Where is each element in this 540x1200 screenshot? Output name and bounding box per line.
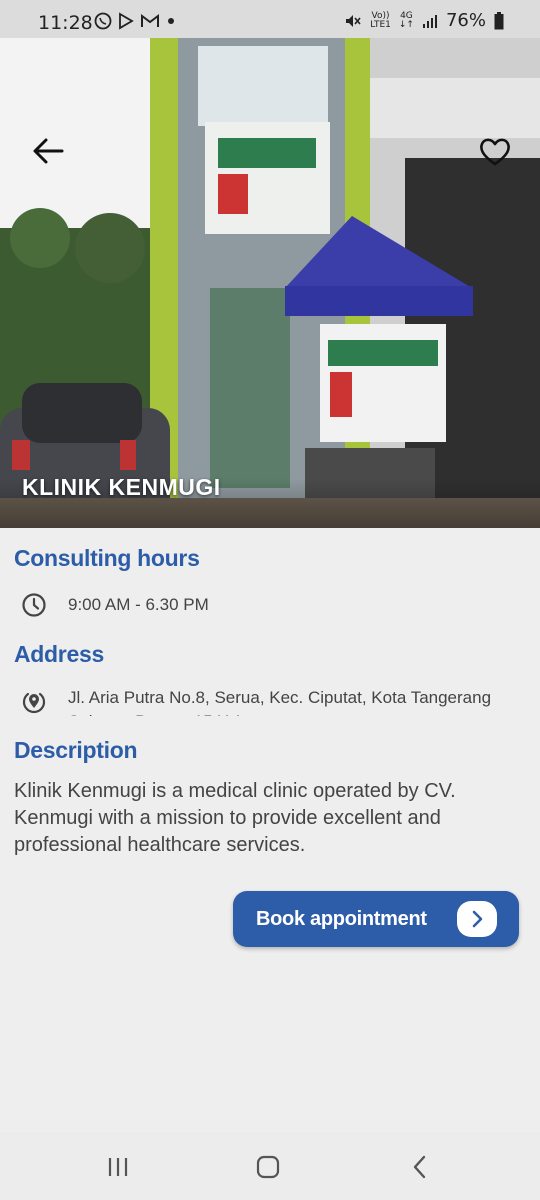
battery-icon — [494, 11, 504, 29]
network-type: 4G ↓↑ — [398, 10, 414, 30]
address-text: Jl. Aria Putra No.8, Serua, Kec. Ciputat… — [68, 688, 492, 716]
status-time: 11:28 — [38, 12, 93, 34]
notification-icons — [94, 12, 176, 30]
chevron-left-icon — [413, 1155, 426, 1179]
address-title: Address — [14, 641, 104, 667]
volte-indicator: Vo)) LTE1 — [370, 10, 391, 30]
recent-apps-button[interactable] — [98, 1152, 138, 1182]
system-back-button[interactable] — [400, 1152, 440, 1182]
signal-icon — [422, 14, 437, 28]
whatsapp-icon — [94, 12, 112, 30]
recent-apps-icon — [108, 1158, 128, 1176]
book-appointment-label: Book appointment — [256, 907, 427, 930]
description-title: Description — [14, 737, 138, 763]
dot-icon — [168, 18, 174, 24]
clinic-name: KLINIK KENMUGI — [22, 474, 221, 500]
consulting-hours-value: 9:00 AM - 6.30 PM — [68, 595, 209, 614]
heart-icon — [480, 138, 510, 166]
back-button[interactable] — [28, 132, 68, 172]
address-row — [20, 688, 48, 716]
description-text: Klinik Kenmugi is a medical clinic opera… — [14, 780, 456, 856]
arrow-left-icon — [33, 138, 64, 164]
consulting-hours-title: Consulting hours — [14, 545, 200, 571]
location-pin-icon — [22, 692, 46, 714]
clinic-photo — [0, 38, 540, 528]
status-right: Vo)) LTE1 4G ↓↑ 76% — [344, 10, 504, 31]
clinic-hero-image: KLINIK KENMUGI — [0, 38, 540, 528]
favorite-button[interactable] — [476, 134, 514, 170]
chevron-right-icon — [457, 901, 497, 937]
mute-icon — [346, 14, 361, 27]
home-button[interactable] — [248, 1152, 288, 1182]
book-appointment-button[interactable]: Book appointment — [233, 891, 519, 947]
home-icon — [256, 1155, 280, 1179]
consulting-hours-row: 9:00 AM - 6.30 PM — [20, 591, 209, 619]
battery-percent: 76% — [445, 10, 486, 31]
system-nav-bar — [0, 1132, 540, 1200]
gmail-icon — [141, 14, 159, 27]
clock-icon — [22, 593, 46, 617]
play-store-icon — [119, 12, 134, 30]
